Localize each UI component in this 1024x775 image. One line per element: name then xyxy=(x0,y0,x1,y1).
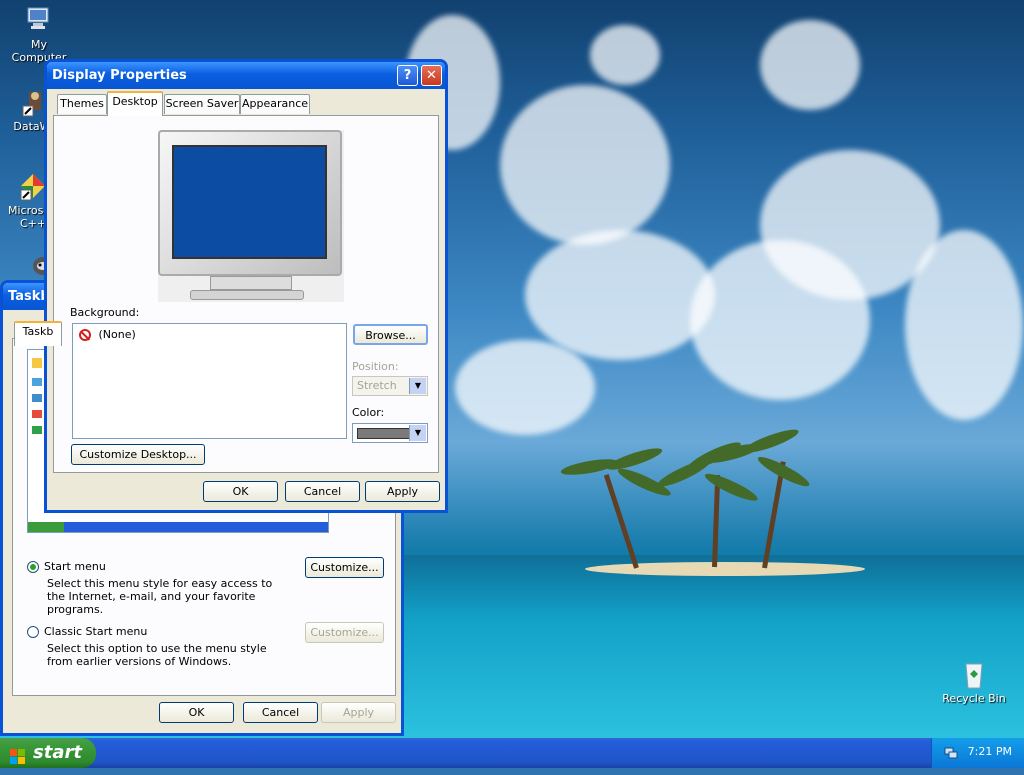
preview-taskbar xyxy=(28,522,328,532)
tab-appearance[interactable]: Appearance xyxy=(240,94,310,114)
desktop-icon-my-computer[interactable]: My Computer xyxy=(2,4,76,64)
color-label: Color: xyxy=(352,406,385,419)
display-cancel-button[interactable]: Cancel xyxy=(285,481,360,502)
monitor-foot xyxy=(190,290,304,300)
clock[interactable]: 7:21 PM xyxy=(968,745,1012,758)
taskbar-apply-button[interactable]: Apply xyxy=(321,702,396,723)
background-item-label: (None) xyxy=(98,328,136,341)
preview-start-button xyxy=(28,522,64,532)
monitor-preview xyxy=(158,130,344,302)
tab-desktop[interactable]: Desktop xyxy=(107,91,163,116)
start-menu-description: Select this menu style for easy access t… xyxy=(47,577,273,616)
tab-themes[interactable]: Themes xyxy=(57,94,107,114)
position-select[interactable]: Stretch ▼ xyxy=(352,376,428,396)
classic-start-menu-label[interactable]: Classic Start menu xyxy=(44,625,147,638)
none-icon xyxy=(79,329,91,341)
tab-taskbar-label: Taskb xyxy=(22,325,54,338)
radio-selected-dot xyxy=(30,564,36,570)
recycle-bin-icon xyxy=(958,658,990,690)
tab-themes-label: Themes xyxy=(60,97,104,110)
preview-icons xyxy=(32,358,42,438)
taskbar-ok-button[interactable]: OK xyxy=(159,702,234,723)
background-label: Background: xyxy=(70,306,140,319)
background-list[interactable]: (None) xyxy=(72,323,347,439)
start-button[interactable]: start xyxy=(0,738,96,768)
customize-desktop-button[interactable]: Customize Desktop... xyxy=(71,444,205,465)
classic-start-menu-radio[interactable] xyxy=(27,626,39,638)
monitor-screen xyxy=(172,145,327,259)
display-ok-button[interactable]: OK xyxy=(203,481,278,502)
position-dropdown-arrow[interactable]: ▼ xyxy=(409,378,426,394)
start-menu-label[interactable]: Start menu xyxy=(44,560,106,573)
help-icon: ? xyxy=(403,68,412,83)
position-value: Stretch xyxy=(357,379,397,392)
color-picker[interactable]: ▼ xyxy=(352,423,428,443)
desktop-icon-recycle-bin[interactable]: Recycle Bin xyxy=(936,658,1012,705)
computer-icon xyxy=(23,4,55,36)
display-properties-titlebar[interactable]: Display Properties ? ✕ xyxy=(47,62,445,89)
color-dropdown-arrow[interactable]: ▼ xyxy=(409,425,426,441)
help-button[interactable]: ? xyxy=(397,65,418,86)
classic-start-menu-description: Select this option to use the menu style… xyxy=(47,642,267,668)
tab-screen-saver[interactable]: Screen Saver xyxy=(164,94,240,114)
tab-screen-saver-label: Screen Saver xyxy=(165,97,239,110)
background-item-none[interactable]: (None) xyxy=(79,327,136,343)
taskbar-cancel-button[interactable]: Cancel xyxy=(243,702,318,723)
display-properties-window: Display Properties ? ✕ Themes Desktop Sc… xyxy=(44,59,448,513)
taskbar: start 7:21 PM xyxy=(0,738,1024,768)
desktop-tab-pane: Background: (None) Browse... Position: S… xyxy=(53,115,439,473)
classic-customize-button[interactable]: Customize... xyxy=(305,622,384,643)
color-swatch xyxy=(357,428,411,439)
system-tray: 7:21 PM xyxy=(931,738,1024,768)
display-properties-title: Display Properties xyxy=(52,68,187,83)
start-label: start xyxy=(33,742,82,763)
browse-button[interactable]: Browse... xyxy=(353,324,428,345)
monitor-body xyxy=(158,130,342,276)
windows-logo-icon xyxy=(10,745,26,764)
start-menu-radio[interactable] xyxy=(27,561,39,573)
position-label: Position: xyxy=(352,360,399,373)
island xyxy=(585,562,865,576)
recycle-bin-label: Recycle Bin xyxy=(942,692,1006,705)
tab-appearance-label: Appearance xyxy=(241,97,309,110)
tab-desktop-label: Desktop xyxy=(112,95,158,108)
close-button[interactable]: ✕ xyxy=(421,65,442,86)
start-customize-button[interactable]: Customize... xyxy=(305,557,384,578)
network-icon[interactable] xyxy=(944,746,958,760)
display-apply-button[interactable]: Apply xyxy=(365,481,440,502)
monitor-neck xyxy=(210,276,292,290)
close-icon: ✕ xyxy=(426,68,437,83)
tab-taskbar[interactable]: Taskb xyxy=(14,321,62,346)
